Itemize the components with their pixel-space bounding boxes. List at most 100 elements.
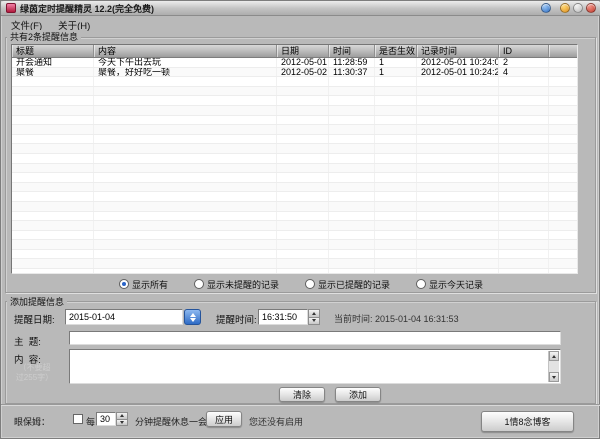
every-label: 每 bbox=[86, 415, 95, 428]
table-row[interactable] bbox=[12, 164, 577, 174]
table-row[interactable] bbox=[12, 173, 577, 183]
column-header-date[interactable]: 日期 bbox=[277, 45, 329, 57]
table-cell bbox=[277, 221, 329, 230]
spin-down-icon[interactable] bbox=[116, 420, 128, 427]
scroll-up-icon[interactable] bbox=[549, 351, 559, 361]
minutes-spinner[interactable] bbox=[116, 412, 128, 426]
table-cell bbox=[329, 259, 375, 268]
table-cell bbox=[329, 173, 375, 182]
table-row[interactable] bbox=[12, 154, 577, 164]
table-cell bbox=[549, 250, 577, 259]
table-cell bbox=[329, 269, 375, 274]
table-cell bbox=[94, 96, 277, 105]
table-cell: 11:28:59 bbox=[329, 58, 375, 67]
table-row[interactable] bbox=[12, 135, 577, 145]
table-row[interactable] bbox=[12, 106, 577, 116]
textarea-scrollbar[interactable] bbox=[548, 351, 559, 382]
table-cell bbox=[277, 183, 329, 192]
skin-button-icon[interactable] bbox=[541, 3, 551, 13]
table-cell bbox=[375, 212, 417, 221]
radio-icon[interactable] bbox=[305, 279, 315, 289]
minimize-icon[interactable] bbox=[560, 3, 570, 13]
add-reminder-group-label: 添加提醒信息 bbox=[7, 295, 67, 308]
table-row[interactable] bbox=[12, 183, 577, 193]
spin-down-icon[interactable] bbox=[308, 318, 320, 326]
column-header-title[interactable]: 标题 bbox=[12, 45, 94, 57]
table-cell bbox=[277, 106, 329, 115]
scroll-down-icon[interactable] bbox=[549, 372, 559, 382]
eye-care-checkbox[interactable] bbox=[73, 414, 83, 424]
table-row[interactable]: 聚餐聚餐，好好吃一顿2012-05-0211:30:3712012-05-01 … bbox=[12, 68, 577, 78]
table-cell bbox=[12, 221, 94, 230]
column-header-content[interactable]: 内容 bbox=[94, 45, 277, 57]
table-cell bbox=[94, 173, 277, 182]
time-spinner[interactable] bbox=[308, 309, 320, 325]
apply-button[interactable]: 应用 bbox=[206, 411, 242, 427]
table-row[interactable] bbox=[12, 221, 577, 231]
table-cell bbox=[12, 202, 94, 211]
content-textarea[interactable] bbox=[69, 349, 561, 384]
table-row[interactable] bbox=[12, 202, 577, 212]
table-cell bbox=[375, 231, 417, 240]
table-cell bbox=[417, 173, 499, 182]
clear-button[interactable]: 清除 bbox=[279, 387, 325, 402]
minutes-input[interactable] bbox=[96, 412, 116, 426]
date-input[interactable] bbox=[65, 309, 183, 325]
column-header-active[interactable]: 是否生效 bbox=[375, 45, 417, 57]
table-row[interactable] bbox=[12, 144, 577, 154]
window-controls bbox=[541, 3, 596, 13]
time-input[interactable] bbox=[258, 309, 308, 325]
menu-file[interactable]: 文件(F) bbox=[5, 17, 48, 31]
table-row[interactable] bbox=[12, 77, 577, 87]
radio-icon[interactable] bbox=[194, 279, 204, 289]
add-button[interactable]: 添加 bbox=[335, 387, 381, 402]
table-row[interactable] bbox=[12, 240, 577, 250]
filter-show-all[interactable]: 显示所有 bbox=[119, 278, 168, 291]
table-cell bbox=[375, 259, 417, 268]
spin-up-icon[interactable] bbox=[308, 309, 320, 318]
blog-button[interactable]: 1情8念博客 bbox=[481, 411, 574, 432]
table-cell bbox=[329, 154, 375, 163]
table-cell bbox=[549, 259, 577, 268]
spin-up-icon[interactable] bbox=[116, 412, 128, 420]
table-row[interactable] bbox=[12, 212, 577, 222]
table-cell bbox=[549, 68, 577, 77]
table-row[interactable] bbox=[12, 125, 577, 135]
table-cell bbox=[329, 183, 375, 192]
filter-reminded[interactable]: 显示已提醒的记录 bbox=[305, 278, 390, 291]
current-time-text: 当前时间: 2015-01-04 16:31:53 bbox=[334, 312, 459, 325]
table-row[interactable] bbox=[12, 250, 577, 260]
table-cell bbox=[12, 96, 94, 105]
radio-icon[interactable] bbox=[119, 279, 129, 289]
maximize-icon[interactable] bbox=[573, 3, 583, 13]
column-header-recordtime[interactable]: 记录时间 bbox=[417, 45, 499, 57]
menu-about[interactable]: 关于(H) bbox=[52, 17, 96, 31]
column-header-filler bbox=[549, 45, 577, 57]
table-cell bbox=[499, 202, 549, 211]
subject-input[interactable] bbox=[69, 331, 561, 345]
column-header-time[interactable]: 时间 bbox=[329, 45, 375, 57]
table-row[interactable]: 开会通知今天下午出去玩2012-05-0111:28:5912012-05-01… bbox=[12, 58, 577, 68]
table-row[interactable] bbox=[12, 192, 577, 202]
table-row[interactable] bbox=[12, 96, 577, 106]
table-cell bbox=[329, 87, 375, 96]
table-cell bbox=[94, 87, 277, 96]
table-cell bbox=[12, 164, 94, 173]
column-header-id[interactable]: ID bbox=[499, 45, 549, 57]
close-icon[interactable] bbox=[586, 3, 596, 13]
table-cell bbox=[549, 106, 577, 115]
table-row[interactable] bbox=[12, 87, 577, 97]
table-cell bbox=[417, 135, 499, 144]
table-row[interactable] bbox=[12, 116, 577, 126]
table-row[interactable] bbox=[12, 269, 577, 274]
table-cell bbox=[94, 77, 277, 86]
filter-not-reminded[interactable]: 显示未提醒的记录 bbox=[194, 278, 279, 291]
table-row[interactable] bbox=[12, 231, 577, 241]
table-cell bbox=[499, 192, 549, 201]
table-cell bbox=[549, 164, 577, 173]
date-stepper-icon[interactable] bbox=[184, 309, 201, 325]
table-cell: 11:30:37 bbox=[329, 68, 375, 77]
radio-icon[interactable] bbox=[416, 279, 426, 289]
filter-today[interactable]: 显示今天记录 bbox=[416, 278, 483, 291]
table-row[interactable] bbox=[12, 259, 577, 269]
